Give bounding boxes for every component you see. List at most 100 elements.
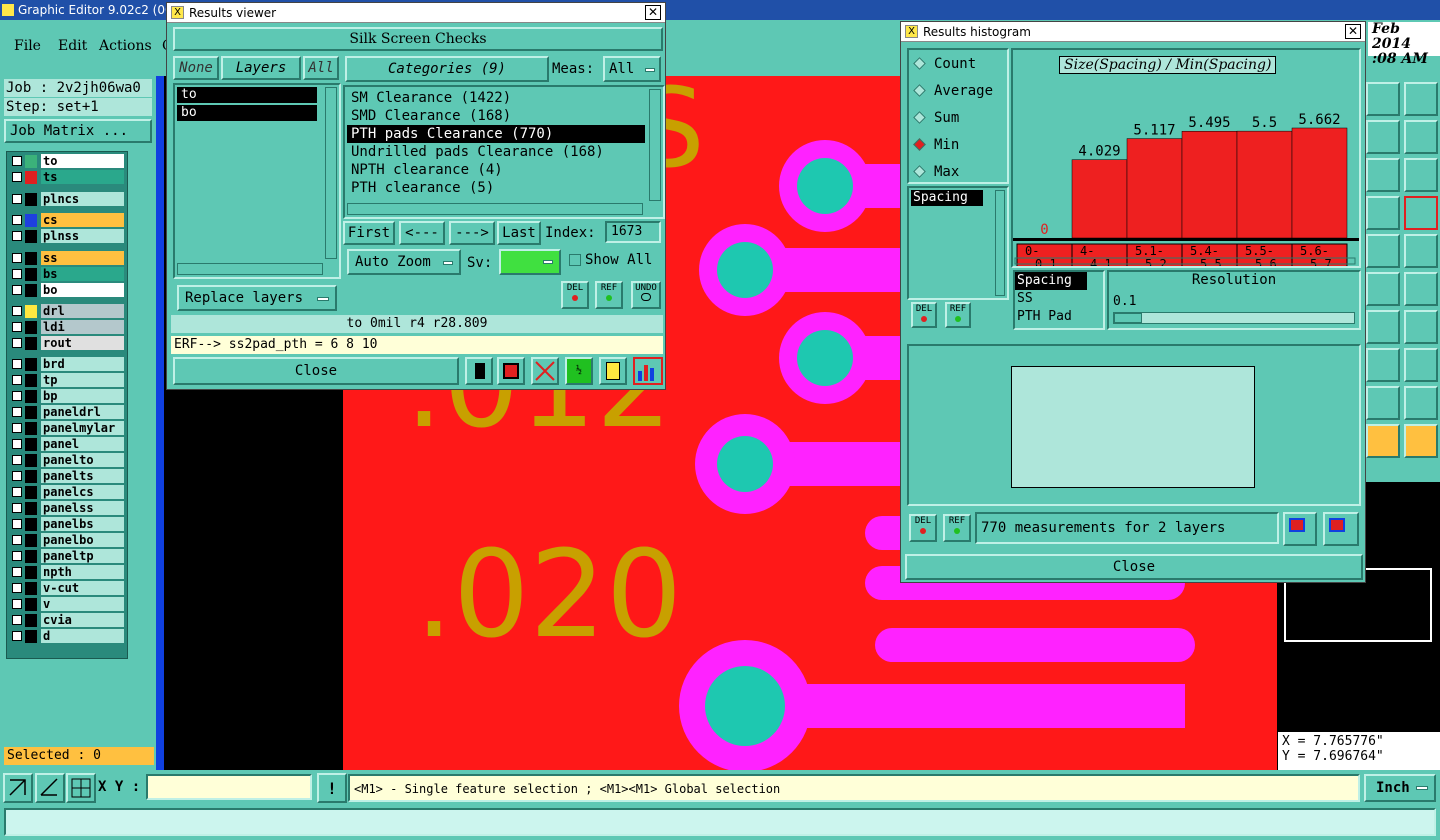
zoom-box-icon[interactable] bbox=[3, 773, 33, 803]
layer-results-list[interactable]: to bo bbox=[173, 83, 341, 279]
layer-row-tp[interactable]: tp bbox=[8, 373, 124, 387]
layer-row-ldi[interactable]: ldi bbox=[8, 320, 124, 334]
connect-icon[interactable] bbox=[1366, 272, 1400, 306]
ref-icon[interactable]: REF bbox=[945, 302, 971, 328]
connect-alt-icon[interactable] bbox=[1404, 272, 1438, 306]
layer-checkbox[interactable] bbox=[12, 631, 22, 641]
layer-checkbox[interactable] bbox=[12, 172, 22, 182]
layer-checkbox[interactable] bbox=[12, 439, 22, 449]
pointer-icon[interactable] bbox=[1366, 424, 1400, 458]
menu-actions[interactable]: Actions bbox=[99, 38, 152, 54]
layer-checkbox[interactable] bbox=[12, 455, 22, 465]
field-spacing[interactable]: Spacing bbox=[1015, 272, 1087, 290]
category-item[interactable]: Undrilled pads Clearance (168) bbox=[347, 143, 645, 161]
layer-checkbox[interactable] bbox=[12, 322, 22, 332]
layer-row-paneltp[interactable]: paneltp bbox=[8, 549, 124, 563]
layer-checkbox[interactable] bbox=[12, 391, 22, 401]
histogram-bar[interactable] bbox=[1071, 159, 1128, 239]
meas-dropdown[interactable]: All bbox=[603, 56, 661, 82]
layer-checkbox[interactable] bbox=[12, 551, 22, 561]
category-item[interactable]: NPTH clearance (4) bbox=[347, 161, 645, 179]
prev-button[interactable]: <--- bbox=[399, 221, 445, 245]
layer-row-paneldrl[interactable]: paneldrl bbox=[8, 405, 124, 419]
close-icon[interactable]: ✕ bbox=[1345, 24, 1361, 39]
results-viewer-titlebar[interactable]: X Results viewer ✕ bbox=[167, 3, 665, 23]
layer-row-panelss[interactable]: panelss bbox=[8, 501, 124, 515]
layer-row-panelmylar[interactable]: panelmylar bbox=[8, 421, 124, 435]
layer-row-brd[interactable]: brd bbox=[8, 357, 124, 371]
layer-checkbox[interactable] bbox=[12, 615, 22, 625]
layer-checkbox[interactable] bbox=[12, 338, 22, 348]
xy-input[interactable] bbox=[146, 774, 312, 800]
layer-row-bo[interactable]: bo bbox=[8, 283, 124, 297]
horizontal-scrollbar[interactable] bbox=[347, 203, 643, 215]
job-matrix-button[interactable]: Job Matrix ... bbox=[4, 119, 152, 143]
layer-row-ss[interactable]: ss bbox=[8, 251, 124, 265]
export-icon[interactable] bbox=[497, 357, 525, 385]
vertical-scrollbar[interactable] bbox=[995, 190, 1005, 296]
vertical-scrollbar[interactable] bbox=[325, 87, 337, 259]
layer-row-npth[interactable]: npth bbox=[8, 565, 124, 579]
auto-zoom-dropdown[interactable]: Auto Zoom bbox=[347, 249, 461, 275]
stop-icon[interactable] bbox=[1404, 234, 1438, 268]
layer-row-v[interactable]: v bbox=[8, 597, 124, 611]
category-item[interactable]: PTH pads Clearance (770) bbox=[347, 125, 645, 143]
scale-icon[interactable] bbox=[1366, 158, 1400, 192]
layer-row-panelts[interactable]: panelts bbox=[8, 469, 124, 483]
measure-icon[interactable] bbox=[35, 773, 65, 803]
layer-checkbox[interactable] bbox=[12, 194, 22, 204]
copy-icon[interactable] bbox=[1366, 120, 1400, 154]
field-list[interactable]: Spacing bbox=[907, 186, 1009, 300]
index-input[interactable]: 1673 bbox=[605, 221, 661, 243]
layer-row-panelcs[interactable]: panelcs bbox=[8, 485, 124, 499]
del-icon[interactable]: DEL bbox=[909, 514, 937, 542]
layer-row-d[interactable]: d bbox=[8, 629, 124, 643]
mode-radio-count[interactable]: Count bbox=[909, 50, 1007, 77]
mode-radio-sum[interactable]: Sum bbox=[909, 104, 1007, 131]
layers-button[interactable]: Layers bbox=[221, 56, 301, 80]
field-pth-pad[interactable]: PTH Pad bbox=[1015, 308, 1103, 326]
histogram-titlebar[interactable]: X Results histogram ✕ bbox=[901, 22, 1365, 42]
layer-checkbox[interactable] bbox=[12, 503, 22, 513]
snap-icon[interactable] bbox=[1404, 120, 1438, 154]
layer-checkbox[interactable] bbox=[12, 306, 22, 316]
layer-row-plnss[interactable]: plnss bbox=[8, 229, 124, 243]
layer-row-v-cut[interactable]: v-cut bbox=[8, 581, 124, 595]
all-button[interactable]: All bbox=[303, 56, 339, 80]
category-item[interactable]: SMD Clearance (168) bbox=[347, 107, 645, 125]
layer-checkbox[interactable] bbox=[12, 269, 22, 279]
layer-checkbox[interactable] bbox=[12, 583, 22, 593]
del-icon[interactable]: DEL bbox=[561, 281, 589, 309]
layer-row-ts[interactable]: ts bbox=[8, 170, 124, 184]
number-icon[interactable]: ½ bbox=[565, 357, 593, 385]
layer-row-drl[interactable]: drl bbox=[8, 304, 124, 318]
mode-radio-max[interactable]: Max bbox=[909, 158, 1007, 185]
filter-alt-icon[interactable] bbox=[1404, 196, 1438, 230]
first-button[interactable]: First bbox=[343, 221, 395, 245]
command-line[interactable] bbox=[4, 808, 1436, 836]
menu-edit[interactable]: Edit bbox=[58, 38, 87, 54]
layer-checkbox[interactable] bbox=[12, 231, 22, 241]
layer-checkbox[interactable] bbox=[12, 519, 22, 529]
layer-row-panelbs[interactable]: panelbs bbox=[8, 517, 124, 531]
layer-row-bp[interactable]: bp bbox=[8, 389, 124, 403]
layer-checkbox[interactable] bbox=[12, 215, 22, 225]
triangle-alt-icon[interactable] bbox=[1404, 386, 1438, 420]
zoom-all-icon[interactable] bbox=[1323, 512, 1359, 546]
layer-checkbox[interactable] bbox=[12, 535, 22, 545]
category-item[interactable]: PTH clearance (5) bbox=[347, 179, 645, 197]
layer-checkbox[interactable] bbox=[12, 285, 22, 295]
histogram-bar[interactable] bbox=[1236, 130, 1293, 239]
alert-icon[interactable]: ! bbox=[317, 773, 347, 803]
layer-row-rout[interactable]: rout bbox=[8, 336, 124, 350]
resolution-slider[interactable] bbox=[1113, 312, 1355, 324]
layer-checkbox[interactable] bbox=[12, 253, 22, 263]
menu-file[interactable]: File bbox=[14, 38, 41, 54]
home-icon[interactable] bbox=[1366, 82, 1400, 116]
sv-color-dropdown[interactable] bbox=[499, 249, 561, 275]
grid-icon[interactable] bbox=[66, 773, 96, 803]
ref-clear-icon[interactable] bbox=[531, 357, 559, 385]
vertical-scrollbar[interactable] bbox=[649, 89, 661, 201]
list-item[interactable]: to bbox=[177, 87, 317, 103]
align-icon[interactable] bbox=[1404, 310, 1438, 344]
